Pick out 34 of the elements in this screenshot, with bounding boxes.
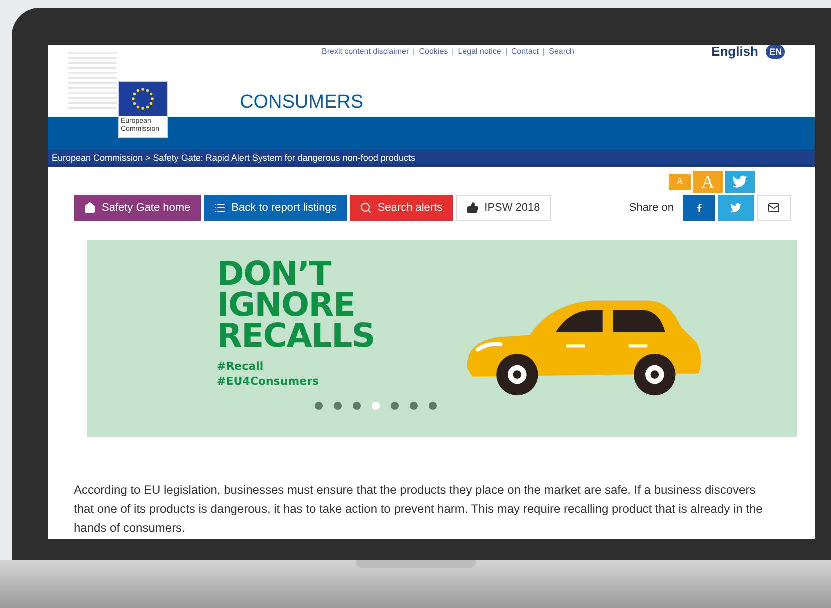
star-circle-icon (130, 86, 156, 112)
nav-button[interactable]: Back to report listings (204, 195, 347, 221)
top-link[interactable]: Search (549, 47, 574, 57)
nav-button[interactable]: Safety Gate home (74, 195, 201, 221)
breadcrumb: European Commission > Safety Gate: Rapid Alert System for dangerous non-food products (48, 150, 815, 167)
bird-icon (732, 174, 748, 190)
site-title: CONSUMERS (240, 91, 365, 115)
nav-button[interactable]: IPSW 2018 (456, 195, 552, 221)
top-link[interactable]: Legal notice (458, 47, 502, 57)
top-link[interactable]: Contact (511, 47, 540, 57)
thumbs-up-icon (466, 202, 479, 214)
top-link[interactable]: Cookies (419, 47, 448, 57)
language-label[interactable]: English (712, 47, 758, 57)
top-link[interactable]: Brexit content disclaimer (322, 47, 410, 57)
hashtag: #Recall (217, 359, 265, 374)
separator: | (505, 47, 508, 57)
separator: | (413, 47, 416, 57)
banner-headline: IGNORE (217, 289, 356, 320)
facebook-button[interactable] (683, 195, 715, 221)
banner-headline: DON’T (217, 258, 332, 289)
banner-headline: RECALLS (217, 320, 375, 351)
separator: | (543, 47, 546, 57)
intro-paragraph: According to EU legislation, businesses must ensure that the products they place on the market are safe. If a business discovers that one of its products is dangerous, it has to take action to prevent harm. This may require recalling product that is already in the hands of consumers. (74, 482, 764, 537)
search-icon (360, 202, 372, 214)
home-icon (84, 202, 96, 214)
share-label: Share on (629, 200, 674, 216)
email-button[interactable] (757, 195, 791, 221)
mail-icon (768, 202, 780, 214)
hashtag: #EU4Consumers (217, 374, 320, 389)
facebook-icon (696, 203, 702, 213)
nav-button[interactable]: Search alerts (350, 195, 453, 221)
separator: | (452, 47, 454, 57)
bird-icon (730, 202, 742, 214)
language-badge[interactable]: EN (766, 45, 785, 59)
